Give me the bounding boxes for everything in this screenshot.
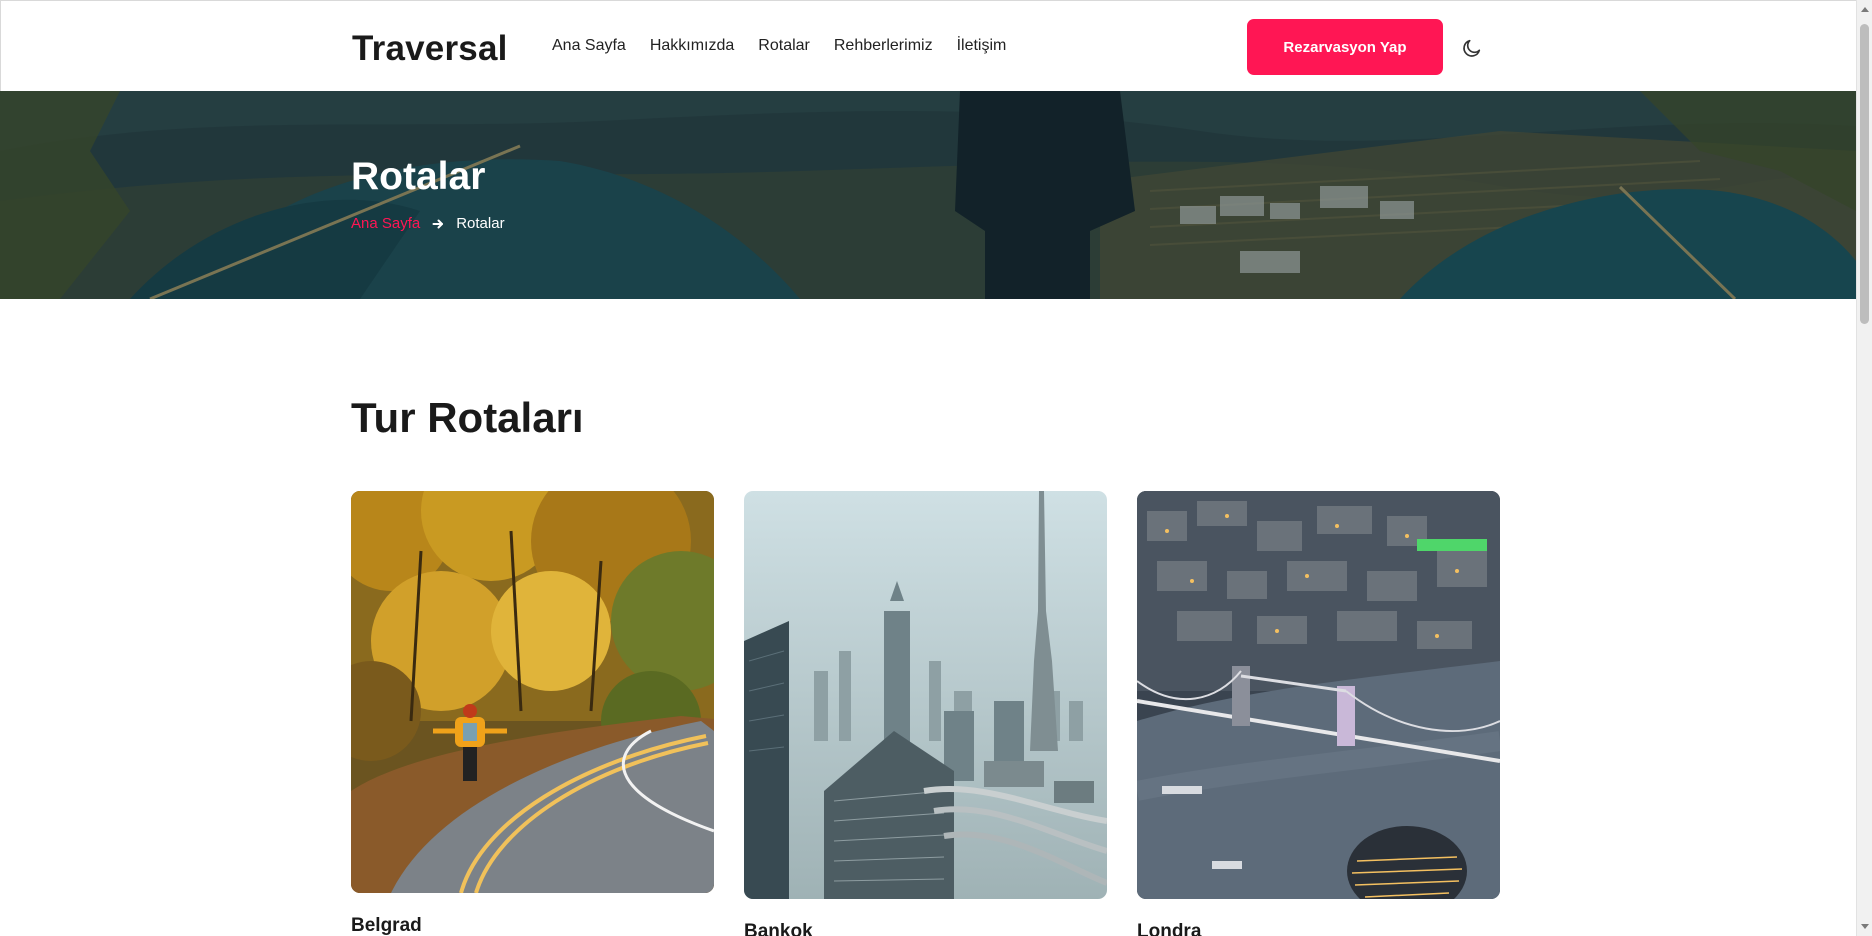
main-nav: Ana Sayfa Hakkımızda Rotalar Rehberlerim… [552, 37, 1030, 55]
section-title: Tur Rotaları [351, 394, 584, 441]
scroll-up-icon[interactable] [1861, 7, 1869, 12]
route-card-belgrad[interactable]: Belgrad [351, 491, 714, 936]
page-title: Rotalar [351, 155, 486, 198]
breadcrumb: Ana Sayfa Rotalar [351, 215, 505, 232]
nav-item-home[interactable]: Ana Sayfa [552, 37, 626, 55]
route-card-title[interactable]: Londra [1137, 921, 1500, 936]
route-card-bankok[interactable]: Bankok [744, 491, 1107, 936]
nav-item-contact[interactable]: İletişim [957, 37, 1007, 55]
brand-logo[interactable]: Traversal [352, 29, 508, 69]
site-header: Traversal Ana Sayfa Hakkımızda Rotalar R… [0, 0, 1856, 91]
route-card-title[interactable]: Belgrad [351, 915, 714, 936]
arrow-right-icon [432, 218, 444, 230]
route-card-title[interactable]: Bankok [744, 921, 1107, 936]
moon-icon[interactable] [1459, 35, 1485, 61]
page: Traversal Ana Sayfa Hakkımızda Rotalar R… [0, 0, 1856, 936]
route-card-londra[interactable]: Londra [1137, 491, 1500, 936]
scroll-down-icon[interactable] [1861, 924, 1869, 929]
nav-item-guides[interactable]: Rehberlerimiz [834, 37, 933, 55]
reservation-button[interactable]: Rezarvasyon Yap [1247, 19, 1443, 75]
route-card-image[interactable] [1137, 491, 1500, 899]
nav-item-about[interactable]: Hakkımızda [650, 37, 734, 55]
page-scrollbar[interactable] [1856, 0, 1872, 936]
breadcrumb-current: Rotalar [456, 215, 505, 232]
route-card-image[interactable] [744, 491, 1107, 899]
scroll-thumb[interactable] [1860, 24, 1869, 324]
page-hero: Rotalar Ana Sayfa Rotalar [0, 91, 1856, 299]
nav-item-routes[interactable]: Rotalar [758, 37, 810, 55]
route-card-image[interactable] [351, 491, 714, 893]
breadcrumb-home-link[interactable]: Ana Sayfa [351, 215, 420, 232]
